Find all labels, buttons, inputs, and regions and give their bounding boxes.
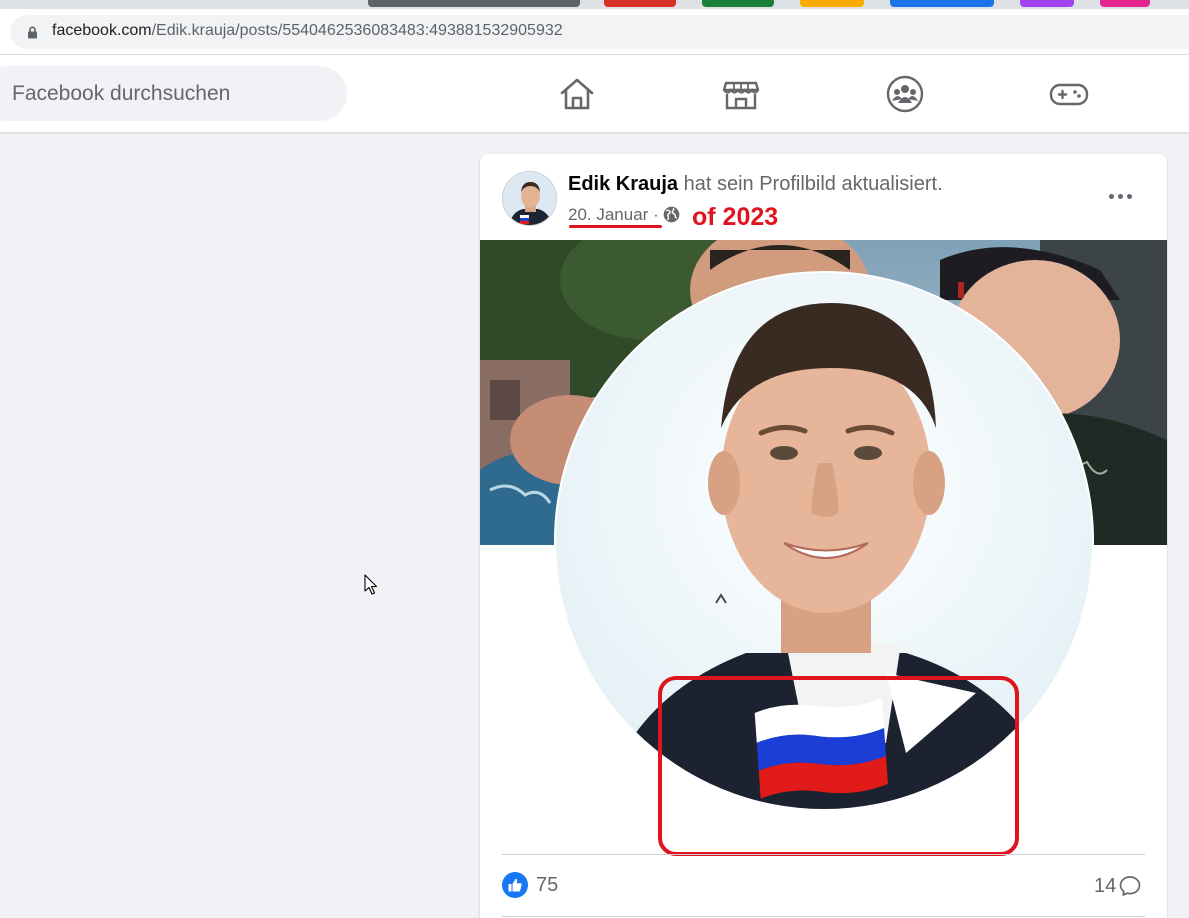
post-date-link[interactable]: 20. Januar xyxy=(568,205,648,224)
flag-highlight-annotation xyxy=(658,676,1019,856)
browser-tab[interactable] xyxy=(1020,0,1074,7)
lock-icon[interactable] xyxy=(27,26,38,39)
url-field[interactable]: facebook.com/Edik.krauja/posts/554046253… xyxy=(10,15,1189,49)
more-options-button[interactable] xyxy=(1106,181,1136,211)
post-meta: 20. Januar · xyxy=(568,205,680,225)
gaming-icon[interactable] xyxy=(1049,74,1089,114)
author-name[interactable]: Edik Krauja xyxy=(568,173,678,195)
author-avatar[interactable] xyxy=(502,171,557,226)
browser-tab[interactable] xyxy=(1100,0,1150,7)
browser-tab[interactable] xyxy=(800,0,864,7)
url-path: /Edik.krauja/posts/5540462536083483:4938… xyxy=(151,22,563,39)
browser-tab[interactable] xyxy=(890,0,994,7)
groups-icon[interactable] xyxy=(885,74,925,114)
browser-tab[interactable] xyxy=(702,0,774,7)
globe-icon[interactable] xyxy=(663,206,680,223)
like-icon xyxy=(502,872,528,898)
date-underline-annotation xyxy=(569,225,662,228)
home-icon[interactable] xyxy=(557,74,597,114)
year-annotation: of 2023 xyxy=(692,203,779,231)
post-action-text: hat sein Profilbild aktualisiert. xyxy=(683,173,943,195)
browser-tab[interactable] xyxy=(604,0,676,7)
like-count: 75 xyxy=(536,873,559,896)
search-input[interactable]: Facebook durchsuchen xyxy=(0,66,347,121)
like-summary[interactable]: 75 xyxy=(502,872,558,898)
address-bar: facebook.com/Edik.krauja/posts/554046253… xyxy=(0,9,1189,55)
post-headline: Edik Krauja hat sein Profilbild aktualis… xyxy=(568,173,943,196)
reactions-divider xyxy=(502,854,1145,855)
mouse-cursor-icon xyxy=(364,574,378,595)
browser-tab-strip xyxy=(0,0,1189,9)
post-card: Edik Krauja hat sein Profilbild aktualis… xyxy=(480,154,1167,918)
comment-summary[interactable]: 14 xyxy=(1094,874,1142,898)
browser-tab[interactable] xyxy=(368,0,580,7)
search-placeholder: Facebook durchsuchen xyxy=(12,82,231,105)
url-host: facebook.com xyxy=(52,22,152,39)
url-text[interactable]: facebook.com/Edik.krauja/posts/554046253… xyxy=(52,22,563,40)
marketplace-icon[interactable] xyxy=(721,74,761,114)
comment-icon xyxy=(1119,876,1141,896)
meta-separator: · xyxy=(653,205,659,224)
facebook-header: Facebook durchsuchen xyxy=(0,55,1189,132)
actions-divider xyxy=(502,916,1145,917)
comment-count: 14 xyxy=(1094,874,1117,897)
